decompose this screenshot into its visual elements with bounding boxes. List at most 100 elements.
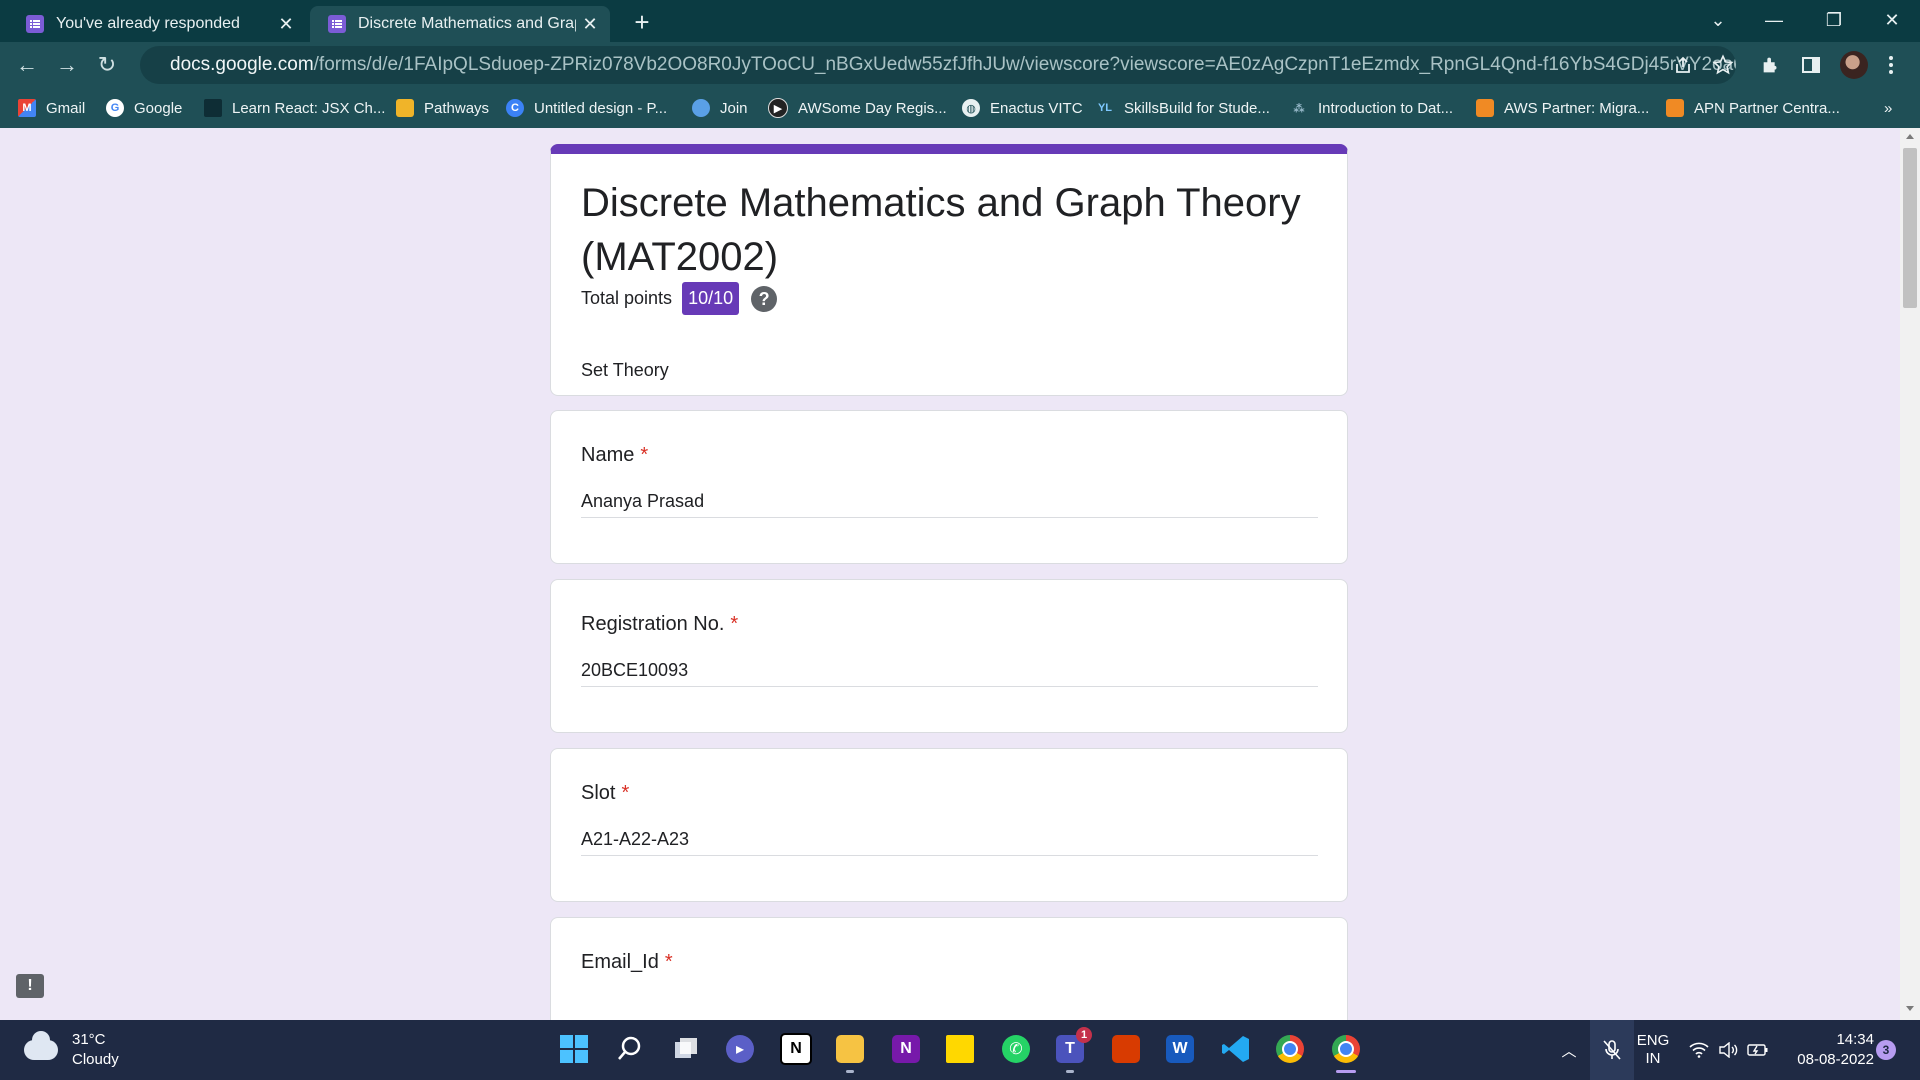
forward-button[interactable]: → xyxy=(52,50,82,80)
bookmarks-overflow-button[interactable]: » xyxy=(1884,88,1892,128)
bookmark-label: Introduction to Dat... xyxy=(1318,99,1454,117)
globe-icon: ◍ xyxy=(962,99,980,117)
bookmark-pathways[interactable]: Pathways xyxy=(396,88,489,128)
vscode-icon xyxy=(1222,1036,1249,1062)
scrollbar-thumb[interactable] xyxy=(1903,148,1917,308)
question-label: Slot * xyxy=(581,782,630,804)
close-icon[interactable]: ✕ xyxy=(576,14,604,35)
onenote-icon: N xyxy=(892,1035,920,1063)
bookmark-enactus[interactable]: ◍ Enactus VITC xyxy=(962,88,1083,128)
reload-button[interactable]: ↻ xyxy=(92,50,122,80)
required-asterisk: * xyxy=(730,613,739,635)
clock-date: 08-08-2022 xyxy=(1797,1051,1874,1068)
onenote-app[interactable]: N xyxy=(888,1031,924,1067)
profile-avatar[interactable] xyxy=(1840,51,1868,79)
chrome-profile-app[interactable] xyxy=(1328,1031,1364,1073)
answer-slot: A21-A22-A23 xyxy=(581,829,1318,856)
address-bar[interactable]: docs.google.com/forms/d/e/1FAIpQLSduoep-… xyxy=(140,46,1736,84)
skillsbuild-icon: YL xyxy=(1097,102,1113,114)
side-panel-icon[interactable] xyxy=(1796,50,1826,80)
language-indicator[interactable]: ENG IN xyxy=(1634,1020,1672,1080)
question-card-email: Email_Id * xyxy=(550,917,1348,1020)
answer-registration: 20BCE10093 xyxy=(581,660,1318,687)
weather-widget[interactable]: 31°C Cloudy xyxy=(24,1030,119,1070)
tab-already-responded[interactable]: You've already responded ✕ xyxy=(8,6,306,42)
report-feedback-icon[interactable]: ! xyxy=(16,974,44,998)
bookmark-skillsbuild[interactable]: YL SkillsBuild for Stude... xyxy=(1096,88,1270,128)
browser-tab-bar: You've already responded ✕ Discrete Math… xyxy=(0,0,1920,42)
bookmark-aws-partner[interactable]: AWS Partner: Migra... xyxy=(1476,88,1649,128)
notion-app[interactable]: N xyxy=(778,1031,814,1067)
page-scrollbar[interactable] xyxy=(1900,128,1920,1020)
dots-icon: ⁂ xyxy=(1293,102,1305,115)
bookmark-apn-partner[interactable]: APN Partner Centra... xyxy=(1666,88,1840,128)
wifi-icon[interactable] xyxy=(1684,1020,1714,1080)
folder-icon xyxy=(836,1035,864,1063)
battery-charging-icon[interactable] xyxy=(1744,1020,1772,1080)
aws-cube-icon xyxy=(1666,99,1684,117)
url-path: /forms/d/e/1FAIpQLSduoep-ZPRiz078Vb2OO8R… xyxy=(313,54,1736,75)
whatsapp-app[interactable]: ✆ xyxy=(998,1031,1034,1067)
teams-chat-app[interactable]: ▸ xyxy=(722,1031,758,1067)
show-hidden-icons-button[interactable]: ︿ xyxy=(1554,1020,1584,1080)
form-header-card: Discrete Mathematics and Graph Theory (M… xyxy=(550,144,1348,396)
microphone-muted-icon[interactable] xyxy=(1590,1020,1634,1080)
word-app[interactable]: W xyxy=(1162,1031,1198,1067)
bookmark-label: Gmail xyxy=(46,99,86,117)
bookmark-google[interactable]: G Google xyxy=(106,88,182,128)
bookmark-star-icon[interactable] xyxy=(1708,50,1738,80)
bookmark-join[interactable]: Join xyxy=(692,88,748,128)
bookmark-label: Untitled design - P... xyxy=(534,99,668,117)
tab-discrete-mathematics[interactable]: Discrete Mathematics and Graph ✕ xyxy=(310,6,610,42)
task-view-button[interactable] xyxy=(668,1031,704,1067)
question-card-slot: Slot * A21-A22-A23 xyxy=(550,748,1348,902)
system-clock[interactable]: 14:34 08-08-2022 xyxy=(1778,1030,1874,1070)
bookmark-learn-react[interactable]: Learn React: JSX Ch... xyxy=(204,88,385,128)
extensions-icon[interactable] xyxy=(1756,50,1786,80)
office-app[interactable] xyxy=(1108,1031,1144,1067)
google-icon: G xyxy=(106,99,124,117)
google-forms-icon xyxy=(26,15,44,33)
tab-title: You've already responded xyxy=(56,15,240,32)
language-code: ENG xyxy=(1636,1032,1670,1049)
region-code: IN xyxy=(1645,1050,1661,1067)
chrome-app[interactable] xyxy=(1272,1031,1308,1067)
close-icon[interactable]: ✕ xyxy=(272,14,300,35)
bookmark-awsome-day[interactable]: ▶ AWSome Day Regis... xyxy=(768,88,947,128)
office-icon xyxy=(1112,1035,1140,1063)
form-page: Discrete Mathematics and Graph Theory (M… xyxy=(0,128,1920,1020)
share-icon[interactable] xyxy=(1668,50,1698,80)
vscode-app[interactable] xyxy=(1218,1031,1254,1067)
question-card-name: Name * Ananya Prasad xyxy=(550,410,1348,564)
teams-app[interactable]: T1 xyxy=(1052,1027,1092,1073)
volume-icon[interactable] xyxy=(1714,1020,1742,1080)
window-close-button[interactable]: ✕ xyxy=(1864,0,1920,42)
menu-kebab-icon[interactable] xyxy=(1876,50,1906,80)
gmail-icon: M xyxy=(18,99,36,117)
tab-search-icon[interactable]: ⌄ xyxy=(1690,0,1746,42)
chrome-icon xyxy=(1332,1035,1360,1063)
search-icon xyxy=(618,1036,641,1060)
aws-cube-icon xyxy=(1476,99,1494,117)
sticky-notes-app[interactable] xyxy=(942,1031,978,1067)
bookmark-untitled-design[interactable]: C Untitled design - P... xyxy=(506,88,667,128)
scroll-down-arrow-icon[interactable] xyxy=(1906,1006,1914,1011)
webex-icon xyxy=(692,99,710,117)
bookmark-label: AWSome Day Regis... xyxy=(798,99,947,117)
bookmark-intro-data[interactable]: ⁂ Introduction to Dat... xyxy=(1290,88,1453,128)
box-icon xyxy=(396,99,414,117)
start-button[interactable] xyxy=(556,1031,592,1067)
minimize-button[interactable]: — xyxy=(1746,0,1802,42)
windows-taskbar: 31°C Cloudy ▸ N N ✆ T1 W ︿ ENG IN 14:34 … xyxy=(0,1020,1920,1080)
scroll-up-arrow-icon[interactable] xyxy=(1906,134,1914,139)
new-tab-button[interactable]: + xyxy=(624,6,660,40)
notification-badge[interactable]: 3 xyxy=(1876,1040,1896,1060)
bookmark-gmail[interactable]: M Gmail xyxy=(18,88,85,128)
file-explorer-app[interactable] xyxy=(832,1031,868,1073)
question-card-registration: Registration No. * 20BCE10093 xyxy=(550,579,1348,733)
search-button[interactable] xyxy=(612,1031,648,1067)
weather-description: Cloudy xyxy=(72,1051,119,1068)
help-icon[interactable]: ? xyxy=(751,285,778,312)
restore-button[interactable]: ❐ xyxy=(1806,0,1862,42)
back-button[interactable]: ← xyxy=(12,50,42,80)
